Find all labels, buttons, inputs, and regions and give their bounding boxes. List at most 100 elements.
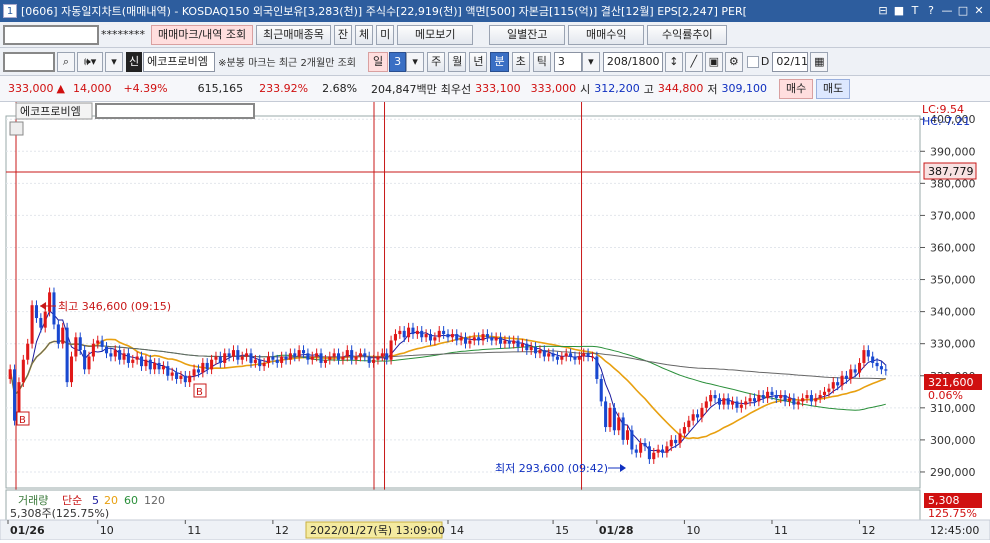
candle [39,318,43,328]
candle [590,356,595,358]
candle [205,362,209,370]
filled-tab-button[interactable]: 체 [355,24,374,45]
stock-code-input[interactable] [3,51,55,72]
candle [148,359,152,370]
candle [748,398,752,402]
minimize-icon[interactable]: — [940,4,954,18]
candle [135,356,139,360]
candlestick-chart[interactable]: 400,000390,000380,000370,000360,000350,0… [0,102,990,541]
candle [577,356,581,360]
trade-profit-button[interactable]: 매매수익 [568,24,645,45]
high-note: 최고 346,600 (09:15) [58,300,171,313]
chevron-down-icon[interactable]: ▾ [406,51,425,72]
candle-type-icon[interactable]: ↕ [664,51,683,72]
x-tick-label: 11 [187,524,201,537]
candle [65,327,69,383]
candle [437,330,441,338]
return-trend-button[interactable]: 수익률추이 [647,24,728,45]
period-second-button[interactable]: 초 [511,51,530,72]
candle [332,353,336,357]
chevron-down-icon[interactable]: ▾ [105,51,123,72]
candle [564,353,568,357]
period-month-button[interactable]: 월 [448,51,467,72]
candle [757,395,761,402]
credit-badge: 신 [126,51,143,72]
buy-button[interactable]: 매수 [779,78,814,99]
date-checkbox[interactable] [746,55,759,68]
text-icon[interactable]: T [908,4,922,18]
bar-count-field[interactable]: 208/1800 [602,51,663,72]
maximize-icon[interactable]: □ [956,4,970,18]
candle [354,356,358,360]
candle [385,353,389,360]
chart-panel[interactable]: 400,000 390,000 380,000 370,000 360,000 350,0… [0,102,990,541]
candle [231,350,236,357]
close-icon[interactable]: ✕ [972,4,986,18]
candle [809,395,813,402]
period-week-button[interactable]: 주 [427,51,446,72]
account-number-field[interactable] [3,24,99,45]
minute-interval-input[interactable]: 3 [553,51,582,72]
window-title-bar: 1 [0606] 자동일지차트(매매내역) - KOSDAQ150 외국인보유[… [0,0,990,22]
candle [604,401,608,428]
y-tick-label: 330,000 [930,338,976,351]
candle [131,359,135,363]
chevron-down-icon[interactable]: ▾ [581,51,600,72]
volume-legend-label: 거래량 [18,494,48,507]
period-year-button[interactable]: 년 [469,51,488,72]
candle [805,395,809,399]
layout-icon[interactable]: ⊟ [876,4,890,18]
trade-mark-query-button[interactable]: 매매마크/내역 조회 [151,24,254,45]
memo-view-button[interactable]: 메모보기 [397,24,474,45]
sell-button[interactable]: 매도 [816,78,851,99]
candle [538,350,542,354]
candle [516,340,520,347]
best-quote-label: 최우선 [440,82,472,96]
search-icon[interactable]: ⌕ [57,51,75,72]
help-icon[interactable]: ? [924,4,938,18]
candle [722,398,726,405]
candle [83,350,87,370]
grid-toggle-icon[interactable] [9,121,24,136]
candle [871,356,875,363]
open-price: 312,200 [594,82,640,95]
sound-toggle-icon[interactable]: 🕪▾ [77,51,103,72]
candle [310,356,314,360]
candle [477,337,481,341]
period-minute-button[interactable]: 분 [490,51,509,72]
recent-trades-button[interactable]: 최근매매종목 [256,24,331,45]
calendar-icon[interactable]: ▦ [810,51,829,72]
candle [612,407,616,431]
date-input[interactable]: 02/11 [772,51,809,72]
candle [175,372,179,379]
candle [297,350,301,357]
candle [862,350,866,363]
candle [407,327,411,338]
candle [389,340,393,360]
candle [660,449,665,453]
period-day-button[interactable]: 일 [367,51,389,72]
daily-balance-button[interactable]: 일별잔고 [489,24,566,45]
candle [266,356,271,363]
save-icon[interactable]: ▣ [704,51,723,72]
candle [188,375,192,383]
period-value-select[interactable]: 3 [389,51,407,72]
period-tick-button[interactable]: 틱 [532,51,551,72]
stock-icon[interactable]: ■ [892,4,906,18]
crosshair-price: 387,779 [928,165,974,178]
candle [393,334,397,341]
window-number-badge: 1 [3,4,17,18]
candle [818,395,822,399]
line-tool-icon[interactable]: ╱ [684,51,703,72]
candle [358,353,362,357]
gear-icon[interactable]: ⚙ [724,51,743,72]
x-tick-label: 10 [100,524,114,537]
balance-tab-button[interactable]: 잔 [333,24,353,45]
cursor-time: 2022/01/27(목) 13:09:00 [310,524,445,537]
candle [665,446,669,453]
candle [442,330,446,335]
account-password-mask[interactable]: ******** [101,28,145,41]
unfilled-tab-button[interactable]: 미 [376,24,395,45]
hc-label: HC:-7.21 [922,115,970,128]
candle [345,350,349,357]
